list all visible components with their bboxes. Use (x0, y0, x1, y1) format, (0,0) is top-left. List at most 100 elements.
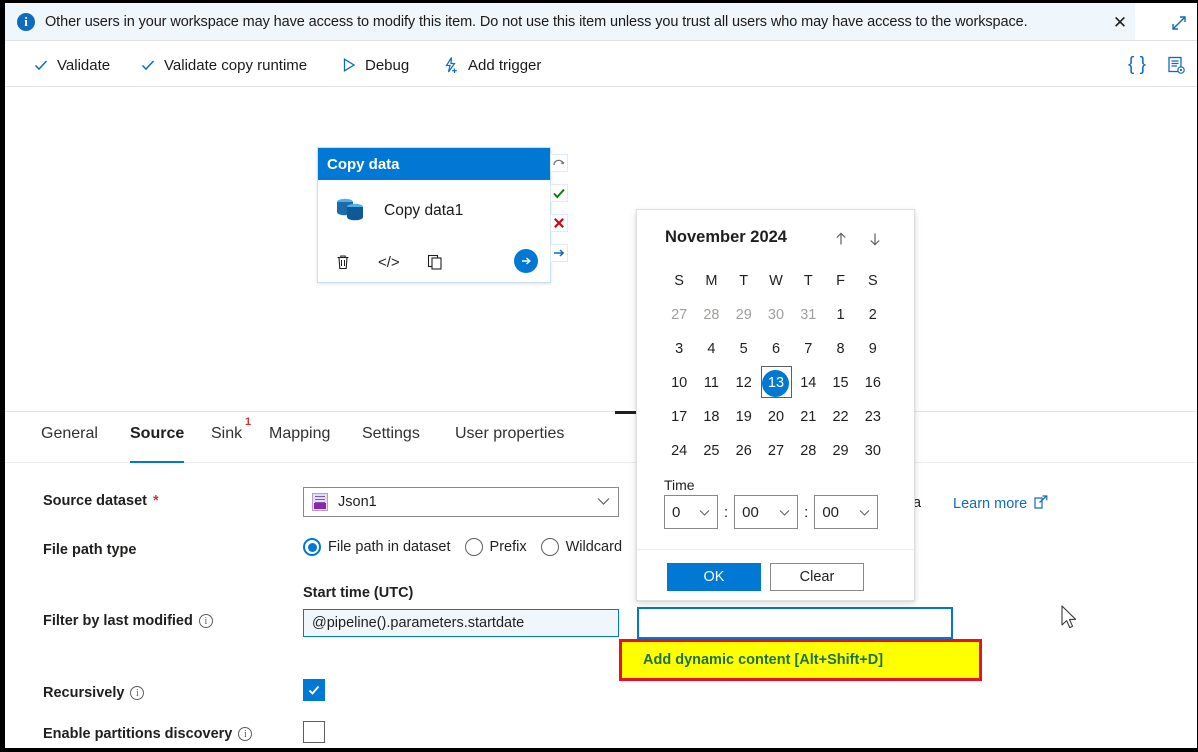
calendar-day[interactable]: 3 (663, 332, 695, 366)
calendar-day[interactable]: 15 (824, 366, 856, 400)
calendar-day[interactable]: 11 (695, 366, 727, 400)
calendar-day[interactable]: 22 (824, 400, 856, 434)
calendar-day[interactable]: 29 (824, 434, 856, 468)
calendar-day[interactable]: 26 (728, 434, 760, 468)
calendar-day-selected[interactable]: 13 (760, 366, 792, 400)
enable-partitions-discovery-label: Enable partitions discovery i (43, 726, 253, 742)
tab-source[interactable]: Source (130, 425, 185, 463)
calendar-day[interactable]: 18 (695, 400, 727, 434)
calendar-day[interactable]: 19 (728, 400, 760, 434)
calendar-day[interactable]: 12 (728, 366, 760, 400)
calendar-day[interactable]: 31 (792, 298, 824, 332)
banner-close-button[interactable]: ✕ (1110, 12, 1130, 32)
clone-icon[interactable] (426, 253, 444, 271)
hours-value: 0 (672, 503, 681, 521)
radio-wildcard-label: Wildcard (565, 539, 623, 555)
validate-copy-runtime-label: Validate copy runtime (164, 56, 308, 74)
calendar-day[interactable]: 6 (760, 332, 792, 366)
file-path-type-label-text: File path type (43, 542, 137, 558)
canvas-surface[interactable] (5, 87, 1197, 411)
source-dataset-dropdown[interactable]: Json1 (303, 487, 619, 517)
calendar-day[interactable]: 30 (760, 298, 792, 332)
completion-connector[interactable] (550, 244, 568, 262)
weekday-mon: M (705, 273, 718, 289)
start-time-input[interactable]: @pipeline().parameters.startdate (303, 609, 619, 637)
calendar-day[interactable]: 23 (857, 400, 889, 434)
calendar-day[interactable]: 27 (663, 298, 695, 332)
calendar-day[interactable]: 14 (792, 366, 824, 400)
calendar-day[interactable]: 10 (663, 366, 695, 400)
recursively-checkbox[interactable] (303, 679, 325, 701)
end-time-input[interactable] (637, 607, 953, 639)
activity-body: Copy data1 (318, 180, 550, 242)
tab-mapping[interactable]: Mapping (269, 425, 330, 463)
enable-partitions-discovery-checkbox[interactable] (303, 721, 325, 743)
calendar-day[interactable]: 9 (857, 332, 889, 366)
arrow-right-icon[interactable] (514, 249, 538, 273)
date-time-picker-flyout[interactable]: November 2024 S M T W T F S 27 28 29 30 … (636, 209, 915, 601)
info-circle-icon[interactable]: i (198, 614, 213, 628)
info-circle-icon[interactable]: i (238, 727, 253, 741)
panel-splitter[interactable] (5, 411, 1197, 414)
calendar-day[interactable]: 27 (760, 434, 792, 468)
tab-user-properties[interactable]: User properties (455, 425, 564, 463)
clear-button[interactable]: Clear (770, 563, 864, 591)
arrow-up-icon[interactable] (829, 227, 853, 251)
pipeline-canvas[interactable]: Copy data Copy data1 </> (5, 87, 1197, 412)
failure-connector[interactable] (550, 214, 568, 232)
tab-settings[interactable]: Settings (362, 425, 420, 463)
calendar-day[interactable]: 28 (695, 298, 727, 332)
calendar-day[interactable]: 4 (695, 332, 727, 366)
external-link-icon (1034, 495, 1048, 513)
minutes-select[interactable]: 00 (734, 495, 799, 529)
calendar-day[interactable]: 5 (728, 332, 760, 366)
info-circle-icon[interactable]: i (130, 686, 145, 700)
calendar-day[interactable]: 1 (824, 298, 856, 332)
code-braces-icon[interactable]: { } (1123, 51, 1151, 79)
chevron-down-icon (699, 504, 710, 521)
json-dataset-icon (312, 493, 328, 511)
code-icon[interactable]: </> (378, 254, 400, 271)
delete-icon[interactable] (334, 253, 352, 271)
calendar-day[interactable]: 28 (792, 434, 824, 468)
add-trigger-button[interactable]: Add trigger (442, 52, 541, 78)
calendar-day[interactable]: 16 (857, 366, 889, 400)
radio-wildcard[interactable]: Wildcard (540, 538, 623, 556)
properties-gear-icon[interactable] (1162, 51, 1190, 79)
mouse-cursor (1061, 605, 1081, 638)
radio-prefix[interactable]: Prefix (464, 538, 527, 556)
add-dynamic-content-tooltip[interactable]: Add dynamic content [Alt+Shift+D] (619, 639, 982, 681)
ok-button[interactable]: OK (667, 563, 761, 591)
calendar-day[interactable]: 17 (663, 400, 695, 434)
copy-data-activity-node[interactable]: Copy data Copy data1 </> (317, 147, 551, 283)
learn-more-label: Learn more (953, 496, 1028, 512)
success-connector[interactable] (550, 184, 568, 202)
calendar-day[interactable]: 30 (857, 434, 889, 468)
expand-diagonal-icon[interactable] (1168, 12, 1190, 34)
calendar-day[interactable]: 8 (824, 332, 856, 366)
validate-button[interactable]: Validate (33, 52, 110, 78)
skip-connector[interactable] (550, 154, 568, 172)
tab-general[interactable]: General (41, 425, 98, 463)
learn-more-link[interactable]: Learn more (953, 495, 1048, 513)
calendar-day[interactable]: 24 (663, 434, 695, 468)
radio-dot-selected (303, 538, 321, 556)
tab-source-label: Source (130, 425, 185, 442)
hours-select[interactable]: 0 (664, 495, 718, 529)
calendar-day[interactable]: 7 (792, 332, 824, 366)
checkmark-icon (33, 57, 49, 73)
checkmark-icon (140, 57, 156, 73)
calendar-day[interactable]: 29 (728, 298, 760, 332)
activity-header-title: Copy data (327, 155, 400, 173)
calendar-day[interactable]: 20 (760, 400, 792, 434)
calendar-day[interactable]: 25 (695, 434, 727, 468)
calendar-day[interactable]: 21 (792, 400, 824, 434)
calendar-day[interactable]: 2 (857, 298, 889, 332)
tab-sink[interactable]: Sink 1 (211, 416, 251, 463)
seconds-select[interactable]: 00 (814, 495, 879, 529)
radio-file-path-in-dataset[interactable]: File path in dataset (303, 538, 451, 556)
arrow-down-icon[interactable] (863, 227, 887, 251)
debug-button[interactable]: Debug (341, 52, 409, 78)
validate-copy-runtime-button[interactable]: Validate copy runtime (140, 52, 307, 78)
chevron-down-icon (597, 495, 610, 509)
